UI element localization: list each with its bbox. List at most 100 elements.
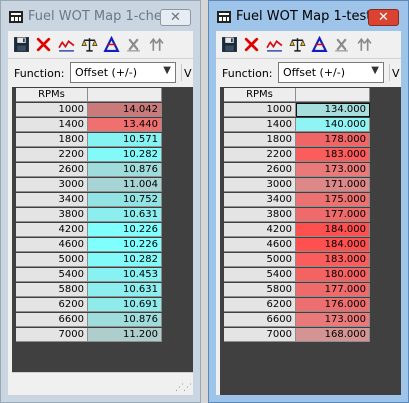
value-cell[interactable]: 183.000 bbox=[296, 253, 370, 267]
value-cell[interactable]: 140.000 bbox=[296, 118, 370, 132]
rpm-cell[interactable]: 1800 bbox=[224, 133, 296, 147]
resize-grip-icon[interactable]: ⋰⋰ bbox=[175, 384, 192, 393]
save-icon[interactable] bbox=[13, 36, 30, 53]
value-cell[interactable]: 184.000 bbox=[296, 238, 370, 252]
rpm-cell[interactable]: 3800 bbox=[224, 208, 296, 222]
window-titlebar[interactable]: Fuel WOT Map 1-check ✕ bbox=[1, 1, 200, 31]
rpm-cell[interactable]: 6200 bbox=[224, 298, 296, 312]
value-cell[interactable]: 180.000 bbox=[296, 268, 370, 282]
discard-icon[interactable] bbox=[35, 36, 52, 53]
rpm-cell[interactable]: 5400 bbox=[16, 268, 88, 282]
graph-icon[interactable] bbox=[266, 36, 283, 53]
value-cell[interactable]: 168.000 bbox=[296, 328, 370, 342]
value-cell[interactable]: 176.000 bbox=[296, 298, 370, 312]
rpm-cell[interactable]: 3000 bbox=[224, 178, 296, 192]
rpm-cell[interactable]: 5800 bbox=[16, 283, 88, 297]
status-bar: ⋰⋰ bbox=[12, 372, 193, 395]
map-window-check[interactable]: Fuel WOT Map 1-check ✕ Function: Offset … bbox=[0, 0, 201, 403]
window-titlebar[interactable]: Fuel WOT Map 1-test... ✕ bbox=[209, 1, 408, 31]
close-button[interactable]: ✕ bbox=[160, 9, 191, 26]
rpm-cell[interactable]: 2600 bbox=[224, 163, 296, 177]
window-client: Function: Offset (+/-) ▼ V RPMs 1000 14.04… bbox=[8, 31, 193, 395]
value-cell[interactable]: 13.440 bbox=[88, 118, 162, 132]
rpm-cell[interactable]: 6600 bbox=[16, 313, 88, 327]
value-cell[interactable]: 10.876 bbox=[88, 313, 162, 327]
rpm-cell[interactable]: 1000 bbox=[16, 103, 88, 117]
value-cell[interactable]: 10.752 bbox=[88, 193, 162, 207]
value-cell[interactable]: 10.226 bbox=[88, 223, 162, 237]
rpm-cell[interactable]: 6200 bbox=[16, 298, 88, 312]
delta-icon[interactable] bbox=[103, 36, 120, 53]
rpm-column-header[interactable]: RPMs bbox=[224, 88, 296, 102]
close-button[interactable]: ✕ bbox=[368, 9, 399, 26]
value-cell[interactable]: 10.691 bbox=[88, 298, 162, 312]
rpm-cell[interactable]: 7000 bbox=[224, 328, 296, 342]
graph-icon[interactable] bbox=[58, 36, 75, 53]
interpolate-icon[interactable] bbox=[148, 36, 165, 53]
value-cell[interactable]: 10.282 bbox=[88, 148, 162, 162]
value-cell[interactable]: 177.000 bbox=[296, 208, 370, 222]
value-cell[interactable]: 14.042 bbox=[88, 103, 162, 117]
value-cell[interactable]: 11.004 bbox=[88, 178, 162, 192]
rpm-cell[interactable]: 3000 bbox=[16, 178, 88, 192]
rpm-cell[interactable]: 1800 bbox=[16, 133, 88, 147]
save-icon[interactable] bbox=[221, 36, 238, 53]
compare-icon[interactable] bbox=[289, 36, 306, 53]
rpm-cell[interactable]: 1000 bbox=[224, 103, 296, 117]
value-cell[interactable]: 183.000 bbox=[296, 148, 370, 162]
toolbar bbox=[8, 31, 193, 59]
map-window-test[interactable]: Fuel WOT Map 1-test... ✕ Function: Offse… bbox=[208, 0, 409, 403]
rpm-cell[interactable]: 3400 bbox=[16, 193, 88, 207]
value-cell[interactable]: 10.631 bbox=[88, 283, 162, 297]
rpm-cell[interactable]: 7000 bbox=[16, 328, 88, 342]
rpm-cell[interactable]: 3800 bbox=[16, 208, 88, 222]
rpm-cell[interactable]: 5800 bbox=[224, 283, 296, 297]
value-cell[interactable]: 173.000 bbox=[296, 163, 370, 177]
function-select[interactable]: Offset (+/-) ▼ bbox=[70, 62, 176, 83]
delta-icon[interactable] bbox=[311, 36, 328, 53]
value-cell[interactable]: 184.000 bbox=[296, 223, 370, 237]
rpm-cell[interactable]: 5000 bbox=[16, 253, 88, 267]
compare-icon[interactable] bbox=[81, 36, 98, 53]
rpm-cell[interactable]: 2600 bbox=[16, 163, 88, 177]
value-cell[interactable]: 10.631 bbox=[88, 208, 162, 222]
value-cell[interactable]: 10.282 bbox=[88, 253, 162, 267]
rpm-cell[interactable]: 6600 bbox=[224, 313, 296, 327]
value-cell[interactable]: 178.000 bbox=[296, 133, 370, 147]
function-select[interactable]: Offset (+/-) ▼ bbox=[278, 62, 384, 83]
discard-icon[interactable] bbox=[243, 36, 260, 53]
value-column-header[interactable] bbox=[88, 88, 162, 102]
app-icon bbox=[9, 11, 23, 23]
rpm-cell[interactable]: 4600 bbox=[16, 238, 88, 252]
value-cell[interactable]: 173.000 bbox=[296, 313, 370, 327]
value-column-header[interactable] bbox=[296, 88, 370, 102]
toolbar-overflow-label: V bbox=[184, 67, 192, 80]
rpm-cell[interactable]: 4600 bbox=[224, 238, 296, 252]
rpm-cell[interactable]: 1400 bbox=[16, 118, 88, 132]
value-cell[interactable]: 10.453 bbox=[88, 268, 162, 282]
rpm-cell[interactable]: 4200 bbox=[16, 223, 88, 237]
function-value: Offset (+/-) bbox=[75, 66, 138, 79]
value-cell[interactable]: 10.226 bbox=[88, 238, 162, 252]
rpm-cell[interactable]: 3400 bbox=[224, 193, 296, 207]
rpm-cell[interactable]: 2200 bbox=[16, 148, 88, 162]
function-label: Function: bbox=[14, 67, 65, 80]
map-grid-area: RPMs 1000 14.042 1400 13.440 1800 10.571 2200 10… bbox=[12, 87, 193, 395]
value-cell[interactable]: 11.200 bbox=[88, 328, 162, 342]
chevron-down-icon: ▼ bbox=[371, 65, 379, 76]
value-cell[interactable]: 175.000 bbox=[296, 193, 370, 207]
clear-icon[interactable] bbox=[333, 36, 350, 53]
value-cell[interactable]: 10.876 bbox=[88, 163, 162, 177]
value-cell[interactable]: 10.571 bbox=[88, 133, 162, 147]
rpm-cell[interactable]: 5400 bbox=[224, 268, 296, 282]
rpm-cell[interactable]: 1400 bbox=[224, 118, 296, 132]
rpm-cell[interactable]: 4200 bbox=[224, 223, 296, 237]
interpolate-icon[interactable] bbox=[356, 36, 373, 53]
clear-icon[interactable] bbox=[125, 36, 142, 53]
value-cell[interactable]: 177.000 bbox=[296, 283, 370, 297]
rpm-cell[interactable]: 5000 bbox=[224, 253, 296, 267]
rpm-column-header[interactable]: RPMs bbox=[16, 88, 88, 102]
value-cell[interactable]: 134.000 bbox=[296, 103, 370, 117]
rpm-cell[interactable]: 2200 bbox=[224, 148, 296, 162]
value-cell[interactable]: 171.000 bbox=[296, 178, 370, 192]
